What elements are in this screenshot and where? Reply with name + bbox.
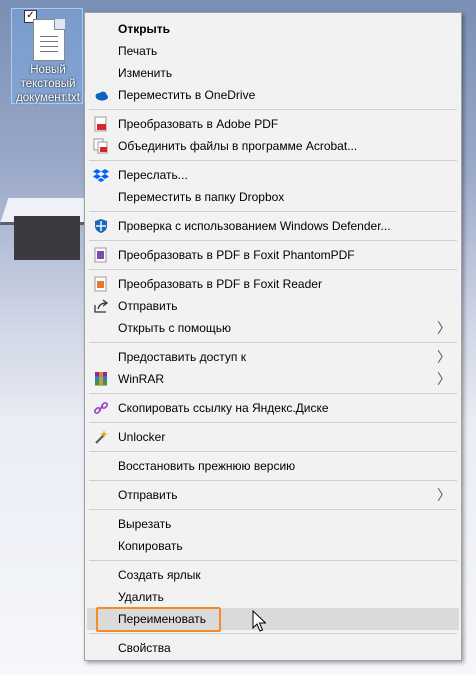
onedrive-icon xyxy=(93,87,109,103)
menu-item-move-onedrive[interactable]: Переместить в OneDrive xyxy=(87,84,459,106)
menu-separator xyxy=(89,422,457,423)
menu-item-copy[interactable]: Копировать xyxy=(87,535,459,557)
share-icon xyxy=(93,298,109,314)
dropbox-icon xyxy=(93,167,109,183)
menu-separator xyxy=(89,509,457,510)
menu-separator xyxy=(89,160,457,161)
chevron-right-icon: 〉 xyxy=(437,371,451,387)
menu-item-cut[interactable]: Вырезать xyxy=(87,513,459,535)
yandex-link-icon xyxy=(93,400,109,416)
adobe-pdf-icon xyxy=(93,116,109,132)
desktop-file-label: Новый текстовый документ.txt xyxy=(16,64,80,104)
chevron-right-icon: 〉 xyxy=(437,349,451,365)
chevron-right-icon: 〉 xyxy=(437,320,451,336)
context-menu: Открыть Печать Изменить Переместить в On… xyxy=(84,12,462,661)
foxit-phantompdf-icon xyxy=(93,247,109,263)
chevron-right-icon: 〉 xyxy=(437,487,451,503)
windows-defender-icon xyxy=(93,218,109,234)
menu-item-open[interactable]: Открыть xyxy=(87,18,459,40)
menu-separator xyxy=(89,480,457,481)
menu-item-share[interactable]: Отправить xyxy=(87,295,459,317)
menu-separator xyxy=(89,451,457,452)
menu-separator xyxy=(89,342,457,343)
menu-item-convert-adobe-pdf[interactable]: Преобразовать в Adobe PDF xyxy=(87,113,459,135)
menu-separator xyxy=(89,269,457,270)
rename-highlight-outline xyxy=(96,607,221,632)
menu-item-foxit-phantompdf[interactable]: Преобразовать в PDF в Foxit PhantomPDF xyxy=(87,244,459,266)
winrar-icon xyxy=(93,371,109,387)
acrobat-combine-icon xyxy=(93,138,109,154)
menu-item-move-dropbox[interactable]: Переместить в папку Dropbox xyxy=(87,186,459,208)
menu-separator xyxy=(89,240,457,241)
menu-item-windows-defender[interactable]: Проверка с использованием Windows Defend… xyxy=(87,215,459,237)
text-file-icon xyxy=(33,19,65,61)
menu-item-winrar[interactable]: WinRAR 〉 xyxy=(87,368,459,390)
mouse-cursor-icon xyxy=(252,609,267,637)
menu-item-yandex-link[interactable]: Скопировать ссылку на Яндекс.Диске xyxy=(87,397,459,419)
menu-separator xyxy=(89,211,457,212)
background-cabin xyxy=(14,216,80,260)
menu-separator xyxy=(89,633,457,634)
foxit-reader-icon xyxy=(93,276,109,292)
menu-item-give-access[interactable]: Предоставить доступ к 〉 xyxy=(87,346,459,368)
menu-item-properties[interactable]: Свойства xyxy=(87,637,459,659)
menu-separator xyxy=(89,109,457,110)
menu-item-edit[interactable]: Изменить xyxy=(87,62,459,84)
menu-separator xyxy=(89,560,457,561)
menu-item-open-with[interactable]: Открыть с помощью 〉 xyxy=(87,317,459,339)
menu-item-dropbox-send[interactable]: Переслать... xyxy=(87,164,459,186)
menu-separator xyxy=(89,393,457,394)
menu-item-unlocker[interactable]: Unlocker xyxy=(87,426,459,448)
menu-item-send-to[interactable]: Отправить 〉 xyxy=(87,484,459,506)
menu-item-create-shortcut[interactable]: Создать ярлык xyxy=(87,564,459,586)
desktop-file-icon[interactable]: ✓ Новый текстовый документ.txt xyxy=(11,8,83,104)
menu-item-foxit-reader[interactable]: Преобразовать в PDF в Foxit Reader xyxy=(87,273,459,295)
menu-item-print[interactable]: Печать xyxy=(87,40,459,62)
menu-item-delete[interactable]: Удалить xyxy=(87,586,459,608)
menu-item-acrobat-combine[interactable]: Объединить файлы в программе Acrobat... xyxy=(87,135,459,157)
menu-item-restore-previous[interactable]: Восстановить прежнюю версию xyxy=(87,455,459,477)
unlocker-wand-icon xyxy=(93,429,109,445)
